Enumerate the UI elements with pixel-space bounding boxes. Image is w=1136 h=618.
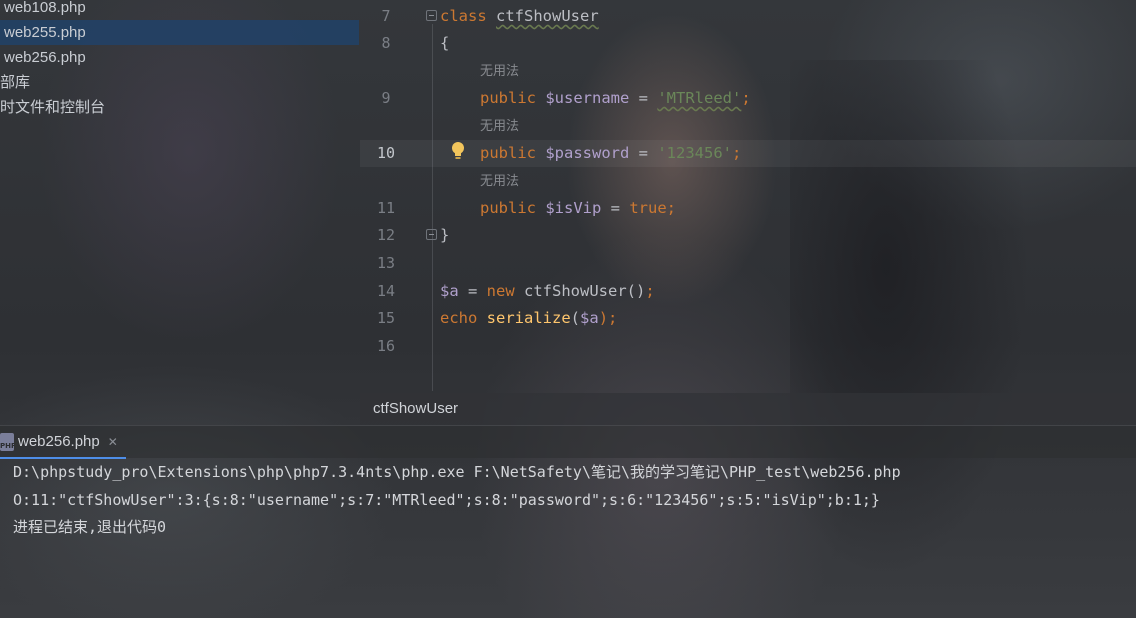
run-panel-header: PHP web256.php ✕ (0, 425, 1136, 459)
code-editor[interactable]: 7 8 9 10 11 12 13 14 15 16 (360, 0, 1136, 393)
project-tree: web108.php web255.php web256.php 部库 时文件和… (0, 0, 359, 425)
class-name: ctfShowUser (496, 7, 599, 25)
code-paren: ( (570, 309, 581, 327)
code-line-12[interactable]: } (440, 222, 449, 249)
code-variable: $a (440, 282, 459, 300)
code-line-15[interactable]: echo serialize($a); (440, 305, 617, 332)
line-number: 16 (376, 337, 396, 355)
console-output-line: O:11:"ctfShowUser":3:{s:8:"username";s:7… (13, 491, 880, 509)
code-operator: = (458, 282, 487, 300)
tree-item-external-libraries[interactable]: 部库 (0, 70, 359, 95)
code-variable: $a (580, 309, 599, 327)
code-line-14[interactable]: $a = new ctfShowUser(); (440, 278, 655, 305)
line-number: 8 (381, 34, 391, 52)
close-icon[interactable]: ✕ (108, 435, 118, 449)
code-line-7[interactable]: class ctfShowUser (440, 3, 599, 30)
code-call: ctfShowUser() (514, 282, 646, 300)
tree-item-scratches-consoles[interactable]: 时文件和控制台 (0, 95, 359, 120)
code-line-9[interactable]: public $username = 'MTRleed'; (480, 85, 751, 112)
console-exit-line: 进程已结束,退出代码0 (13, 518, 167, 536)
console-command-line: D:\phpstudy_pro\Extensions\php\php7.3.4n… (13, 463, 901, 481)
line-number: 14 (376, 282, 396, 300)
line-number: 9 (381, 89, 391, 107)
code-semicolon: ; (645, 282, 655, 300)
code-string: 'MTRleed' (657, 89, 742, 107)
code-string: '123456' (657, 144, 732, 162)
fold-toggle-icon[interactable] (426, 229, 437, 240)
code-keyword: public (480, 89, 536, 107)
code-semicolon: ; (666, 199, 677, 217)
code-semicolon: ; (732, 144, 742, 162)
fold-toggle-icon[interactable] (426, 10, 437, 21)
code-keyword: new (486, 282, 515, 300)
code-keyword: echo (440, 309, 478, 327)
tree-item-web255[interactable]: web255.php (0, 20, 359, 45)
code-line-11[interactable]: public $isVip = true; (480, 195, 676, 222)
code-keyword: public (480, 144, 536, 162)
line-number: 11 (376, 199, 396, 217)
code-keyword: public (480, 199, 536, 217)
code-operator: = (601, 199, 630, 217)
code-variable: $isVip (545, 199, 602, 217)
run-console[interactable]: D:\phpstudy_pro\Extensions\php\php7.3.4n… (0, 458, 1136, 618)
fold-guide (432, 24, 433, 391)
breadcrumb[interactable]: ctfShowUser (360, 393, 1136, 425)
code-keyword: class (440, 7, 487, 25)
line-number: 7 (381, 7, 391, 25)
inlay-hint-no-usages[interactable]: 无用法 (480, 61, 519, 81)
line-number: 15 (376, 309, 396, 327)
run-tab-label: web256.php (18, 433, 100, 450)
tree-item-web108[interactable]: web108.php (0, 0, 359, 20)
code-paren-semicolon: ); (598, 309, 618, 327)
inlay-hint-no-usages[interactable]: 无用法 (480, 116, 519, 136)
run-tab[interactable]: PHP web256.php ✕ (0, 426, 126, 459)
inlay-hint-no-usages[interactable]: 无用法 (480, 171, 519, 191)
code-line-8[interactable]: { (440, 30, 449, 57)
lightbulb-icon[interactable] (451, 141, 465, 161)
code-boolean: true (629, 199, 667, 217)
code-operator: = (629, 89, 658, 107)
code-operator: = (629, 144, 658, 162)
code-function: serialize (486, 309, 571, 327)
line-number: 13 (376, 254, 396, 272)
code-variable: $password (545, 144, 630, 162)
tree-item-web256[interactable]: web256.php (0, 45, 359, 70)
line-number: 12 (376, 226, 396, 244)
php-file-icon: PHP (0, 432, 14, 451)
line-number-current: 10 (376, 144, 396, 162)
code-semicolon: ; (741, 89, 751, 107)
code-line-10[interactable]: public $password = '123456'; (480, 140, 741, 167)
code-variable: $username (545, 89, 630, 107)
